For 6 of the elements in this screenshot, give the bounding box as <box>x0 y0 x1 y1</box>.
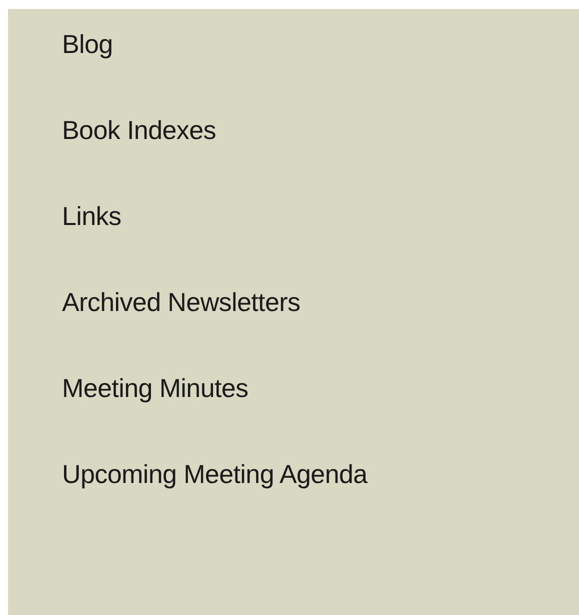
menu-link[interactable]: Upcoming Meeting Agenda <box>62 459 368 489</box>
menu-link[interactable]: Archived Newsletters <box>62 287 300 317</box>
menu-link[interactable]: Blog <box>62 29 113 59</box>
menu-link[interactable]: Links <box>62 201 122 231</box>
menu-link[interactable]: Meeting Minutes <box>62 373 248 403</box>
menu-link[interactable]: Book Indexes <box>62 115 216 145</box>
